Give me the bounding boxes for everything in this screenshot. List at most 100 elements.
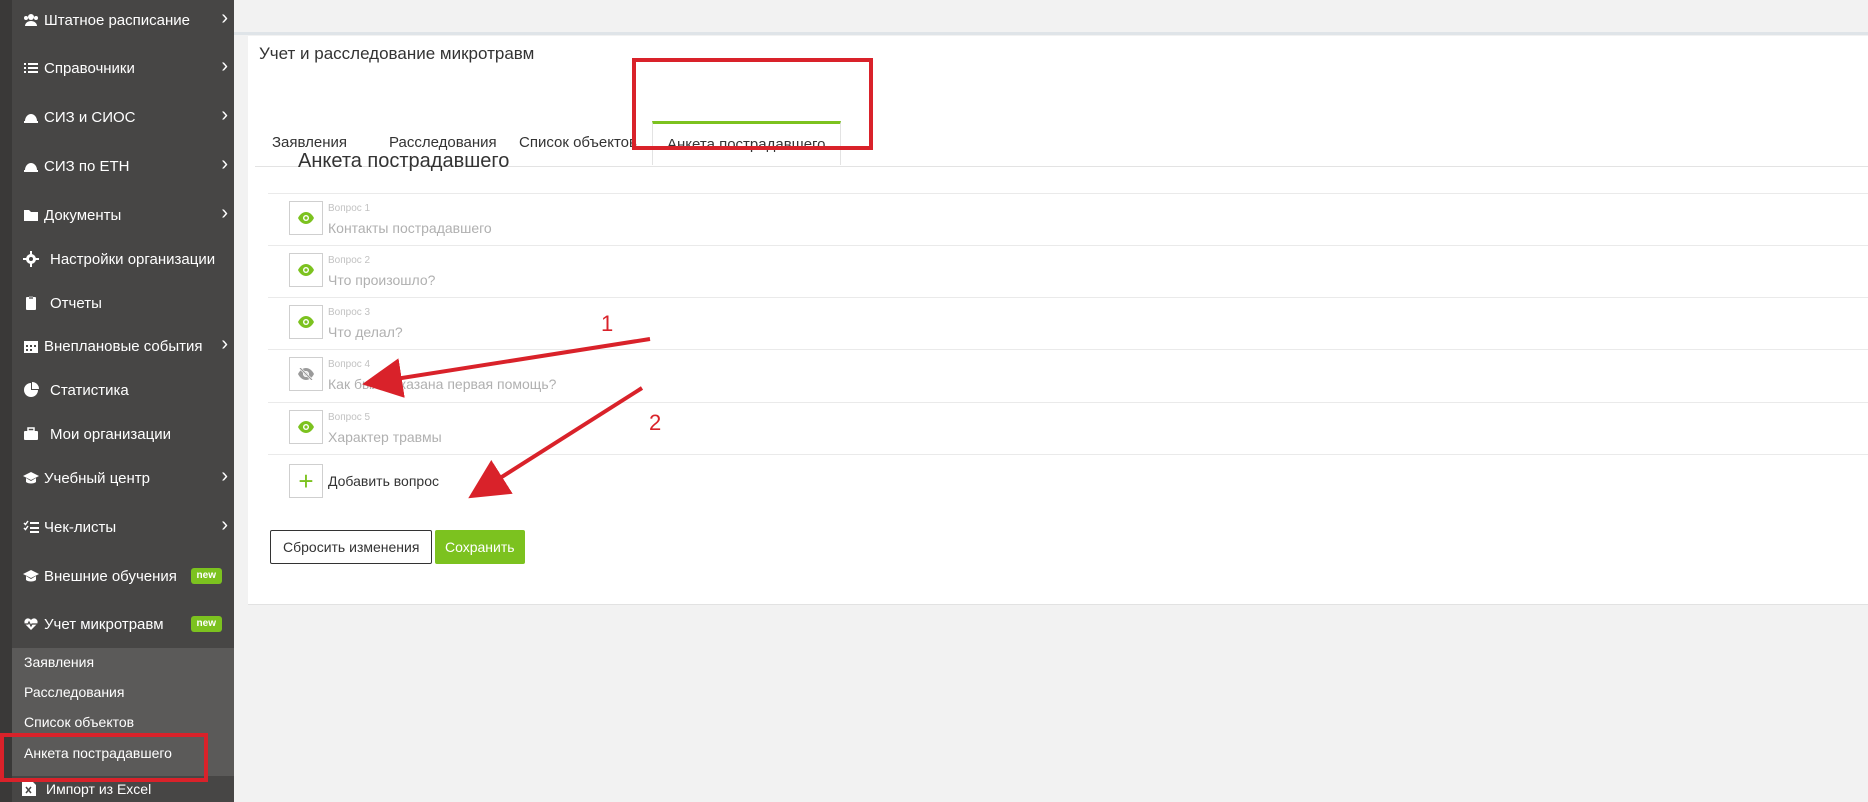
- hardhat-icon: [22, 158, 40, 174]
- chevron-right-icon: ›: [221, 202, 228, 224]
- submenu-item-object-list[interactable]: Список объектов: [12, 708, 234, 736]
- sidebar-strip: [0, 0, 12, 802]
- question-number: Вопрос 5: [328, 412, 371, 423]
- eye-icon: [298, 316, 314, 328]
- sidebar-item-reports[interactable]: Отчеты: [12, 283, 234, 323]
- sidebar-item-training-center[interactable]: Учебный центр ›: [12, 458, 234, 498]
- sidebar-item-microtrauma[interactable]: Учет микротравм new: [12, 604, 234, 644]
- top-divider: [234, 32, 1868, 35]
- sidebar-item-label: СИЗ и СИОС: [44, 108, 136, 126]
- folder-icon: [22, 207, 40, 223]
- question-number: Вопрос 1: [328, 203, 371, 214]
- briefcase-icon: [22, 426, 40, 442]
- graduation-cap-icon: [22, 568, 40, 584]
- sidebar-item-siz-sios[interactable]: СИЗ и СИОС ›: [12, 97, 234, 137]
- save-button[interactable]: Сохранить: [435, 530, 525, 564]
- sidebar-item-label: СИЗ по ЕТН: [44, 157, 130, 175]
- visibility-toggle-button[interactable]: [289, 357, 323, 391]
- hardhat-icon: [22, 109, 40, 125]
- sidebar-item-statistics[interactable]: Статистика: [12, 370, 234, 410]
- submenu-item-label: Заявления: [24, 654, 95, 670]
- sidebar-item-checklists[interactable]: Чек-листы ›: [12, 507, 234, 547]
- question-text[interactable]: Что произошло?: [328, 272, 435, 288]
- sidebar-item-documents[interactable]: Документы ›: [12, 195, 234, 235]
- chevron-right-icon: ›: [221, 465, 228, 487]
- visibility-toggle-button[interactable]: [289, 410, 323, 444]
- sidebar-item-siz-etn[interactable]: СИЗ по ЕТН ›: [12, 146, 234, 186]
- sidebar-item-label: Импорт из Excel: [46, 781, 152, 797]
- sidebar-item-label: Учебный центр: [44, 469, 150, 487]
- pie-chart-icon: [22, 382, 40, 398]
- sidebar-item-my-organizations[interactable]: Мои организации: [12, 414, 234, 454]
- question-text[interactable]: Как была оказана первая помощь?: [328, 376, 556, 392]
- chevron-right-icon: ›: [221, 55, 228, 77]
- chevron-right-icon: ›: [221, 7, 228, 29]
- main-card: Учет и расследование микротравм Заявлени…: [248, 36, 1868, 605]
- question-number: Вопрос 3: [328, 307, 371, 318]
- sidebar-item-directories[interactable]: Справочники ›: [12, 48, 234, 88]
- tab-investigations[interactable]: Расследования: [389, 134, 497, 151]
- chevron-right-icon: ›: [221, 333, 228, 355]
- visibility-toggle-button[interactable]: [289, 305, 323, 339]
- visibility-toggle-button[interactable]: [289, 201, 323, 235]
- clipboard-icon: [22, 295, 40, 311]
- sidebar-item-staffing[interactable]: Штатное расписание ›: [12, 0, 234, 40]
- heartbeat-icon: [22, 616, 40, 632]
- eye-icon: [298, 212, 314, 224]
- visibility-toggle-button[interactable]: [289, 253, 323, 287]
- sidebar-item-label: Отчеты: [50, 294, 102, 312]
- add-question-label[interactable]: Добавить вопрос: [328, 473, 439, 489]
- tab-object-list[interactable]: Список объектов: [519, 134, 637, 151]
- submenu-item-label: Список объектов: [24, 714, 135, 730]
- section-title: Анкета пострадавшего: [298, 150, 510, 172]
- graduation-cap-icon: [22, 470, 40, 486]
- add-question-button[interactable]: +: [289, 464, 323, 498]
- question-text[interactable]: Что делал?: [328, 324, 403, 340]
- page-title: Учет и расследование микротравм: [259, 44, 535, 63]
- question-row: Вопрос 4 Как была оказана первая помощь?: [268, 349, 1868, 402]
- sidebar-item-label: Статистика: [50, 381, 129, 399]
- question-row: Вопрос 1 Контакты пострадавшего: [268, 193, 1868, 246]
- sidebar-item-label: Учет микротравм: [44, 615, 164, 633]
- annotation-number-2: 2: [649, 410, 662, 435]
- sidebar-item-label: Справочники: [44, 59, 135, 77]
- chevron-right-icon: ›: [221, 153, 228, 175]
- eye-slash-icon: [298, 368, 314, 380]
- sidebar: Штатное расписание › Справочники › СИЗ и…: [0, 0, 234, 802]
- eye-icon: [298, 421, 314, 433]
- question-text[interactable]: Характер травмы: [328, 429, 442, 445]
- sidebar-item-label: Документы: [44, 206, 122, 224]
- question-number: Вопрос 2: [328, 255, 371, 266]
- list-icon: [22, 60, 40, 76]
- question-row: Вопрос 5 Характер травмы: [268, 402, 1868, 455]
- annotation-number-1: 1: [601, 311, 614, 336]
- sidebar-item-unplanned-events[interactable]: Внеплановые события ›: [12, 326, 234, 366]
- sidebar-item-label: Мои организации: [50, 425, 171, 443]
- users-icon: [22, 12, 40, 28]
- excel-file-icon: [22, 779, 36, 799]
- sidebar-item-label: Настройки организации: [50, 250, 216, 268]
- chevron-right-icon: ›: [221, 514, 228, 536]
- tab-applications[interactable]: Заявления: [272, 134, 347, 151]
- add-question-row: + Добавить вопрос: [268, 454, 1868, 507]
- sidebar-item-label: Штатное расписание: [44, 11, 191, 29]
- gear-icon: [22, 251, 40, 267]
- question-number: Вопрос 4: [328, 359, 371, 370]
- calendar-icon: [22, 338, 40, 354]
- checklist-icon: [22, 519, 40, 535]
- annotation-highlight-box: [0, 733, 208, 782]
- question-row: Вопрос 3 Что делал?: [268, 297, 1868, 350]
- reset-changes-button[interactable]: Сбросить изменения: [270, 530, 433, 564]
- eye-icon: [298, 264, 314, 276]
- submenu-item-applications[interactable]: Заявления: [12, 648, 234, 676]
- question-row: Вопрос 2 Что произошло?: [268, 245, 1868, 298]
- sidebar-item-label: Внешние обучения: [44, 567, 177, 585]
- sidebar-item-label: Внеплановые события: [44, 337, 203, 355]
- submenu-item-label: Расследования: [24, 684, 125, 700]
- submenu-item-investigations[interactable]: Расследования: [12, 678, 234, 706]
- chevron-right-icon: ›: [221, 104, 228, 126]
- question-text[interactable]: Контакты пострадавшего: [328, 220, 492, 236]
- sidebar-item-org-settings[interactable]: Настройки организации: [12, 239, 234, 279]
- sidebar-item-external-training[interactable]: Внешние обучения new: [12, 556, 234, 596]
- annotation-highlight-box: [632, 58, 873, 150]
